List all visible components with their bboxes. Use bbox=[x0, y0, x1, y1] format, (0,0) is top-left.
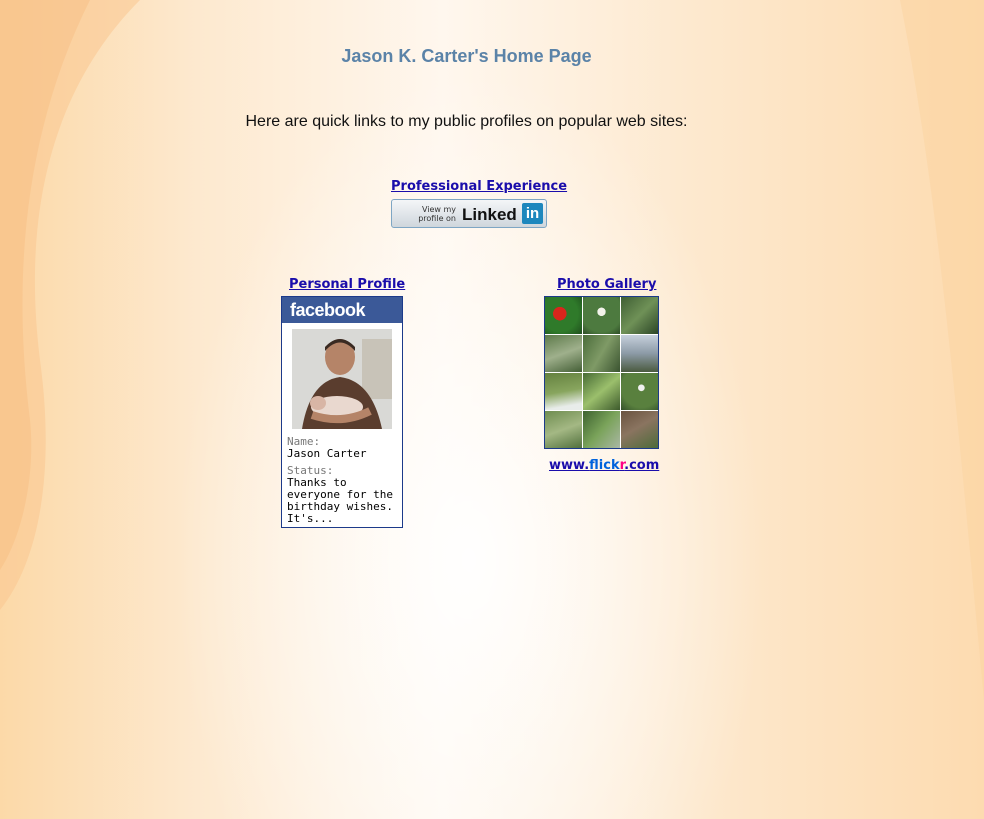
photo-thumbnail[interactable] bbox=[545, 335, 582, 372]
photo-thumbnail[interactable] bbox=[583, 411, 620, 448]
photo-thumbnail[interactable] bbox=[583, 373, 620, 410]
linkedin-badge-caption: View my profile on bbox=[418, 205, 456, 223]
linkedin-profile-badge[interactable]: View my profile on Linked in bbox=[391, 199, 547, 228]
photo-thumbnail[interactable] bbox=[583, 297, 620, 334]
professional-experience-link[interactable]: Professional Experience bbox=[391, 179, 567, 194]
flickr-photo-grid[interactable] bbox=[544, 296, 659, 449]
flickr-site-link[interactable]: www.flickr.com bbox=[549, 458, 659, 473]
facebook-logo: facebook bbox=[282, 297, 402, 323]
photo-thumbnail[interactable] bbox=[583, 335, 620, 372]
facebook-profile-badge[interactable]: facebook Name: Jason Carter Status: Than… bbox=[281, 296, 403, 528]
photo-thumbnail[interactable] bbox=[545, 411, 582, 448]
photo-thumbnail[interactable] bbox=[545, 297, 582, 334]
intro-text: Here are quick links to my public profil… bbox=[245, 113, 688, 130]
photo-gallery-link[interactable]: Photo Gallery bbox=[557, 277, 656, 292]
linkedin-wordmark: Linked bbox=[462, 205, 517, 224]
page-title: Jason K. Carter's Home Page bbox=[341, 46, 592, 66]
personal-profile-link[interactable]: Personal Profile bbox=[289, 277, 405, 292]
photo-thumbnail[interactable] bbox=[621, 297, 658, 334]
photo-thumbnail[interactable] bbox=[621, 411, 658, 448]
photo-thumbnail[interactable] bbox=[545, 373, 582, 410]
name-value: Jason Carter bbox=[287, 447, 367, 460]
profile-photo bbox=[292, 329, 392, 429]
photo-thumbnail[interactable] bbox=[621, 335, 658, 372]
name-field: Name: Jason Carter bbox=[287, 436, 366, 460]
status-field: Status: Thanks to everyone for the birth… bbox=[287, 465, 393, 525]
photo-thumbnail[interactable] bbox=[621, 373, 658, 410]
linkedin-in-icon: in bbox=[522, 203, 543, 224]
status-line: It's... bbox=[287, 512, 334, 525]
